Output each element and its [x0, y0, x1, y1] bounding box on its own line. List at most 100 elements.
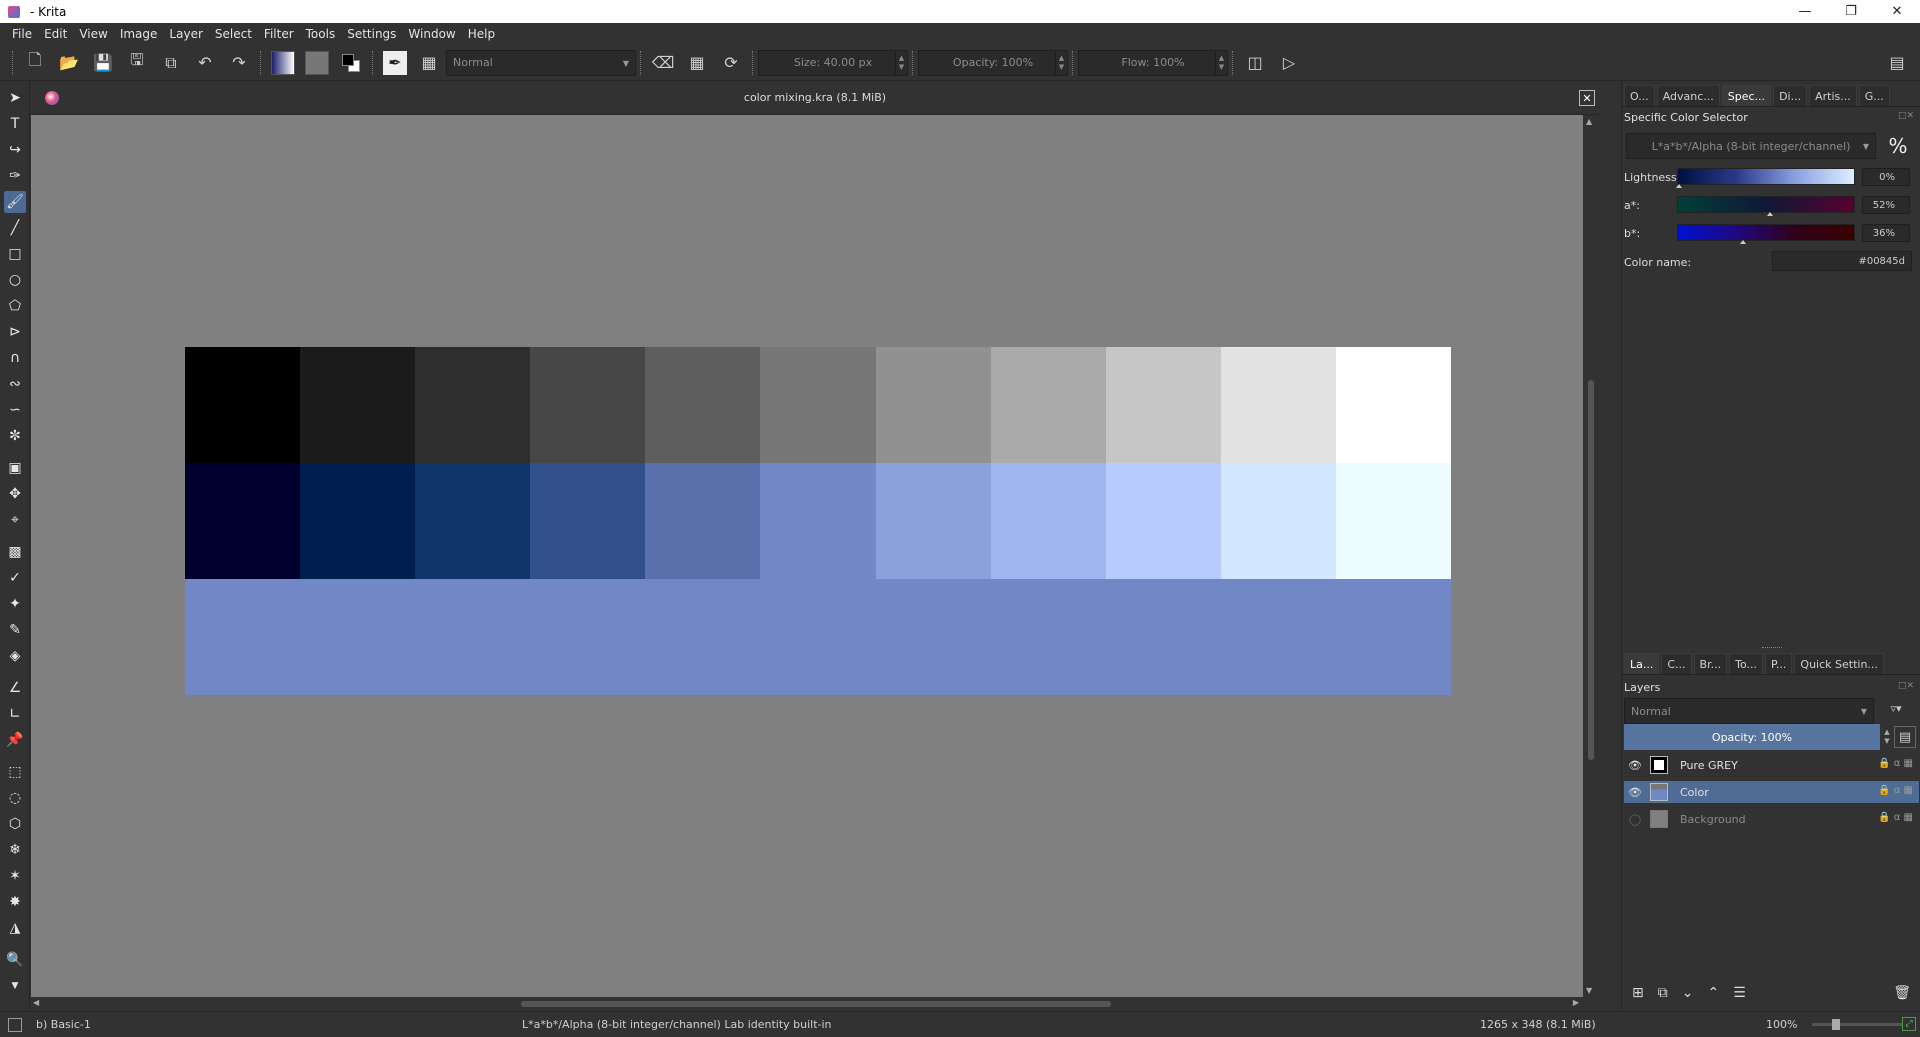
lightness-marker[interactable]	[1676, 184, 1682, 188]
select-shapes-icon[interactable]: ➤	[4, 87, 26, 109]
ellipse-select-icon[interactable]: ◌	[4, 787, 26, 809]
menu-filter[interactable]: Filter	[264, 27, 294, 41]
a-channel-slider[interactable]	[1677, 196, 1855, 213]
b-channel-slider[interactable]	[1677, 224, 1855, 241]
scroll-left-icon[interactable]: ◀	[33, 998, 39, 1007]
gradient-tool-icon[interactable]: ▩	[4, 541, 26, 563]
restore-icon[interactable]: ❐	[1828, 0, 1874, 23]
layer-settings-icon[interactable]: ☰	[1733, 985, 1746, 1001]
zoom-slider[interactable]	[1812, 1023, 1902, 1026]
tab-artistic-selector[interactable]: Artis...	[1809, 85, 1857, 106]
fg-bg-color-icon[interactable]	[338, 50, 364, 76]
menu-settings[interactable]: Settings	[347, 27, 396, 41]
docker-splitter-handle[interactable]	[1762, 647, 1782, 649]
layer-row[interactable]: ◯ Background 🔒 α ▦	[1624, 808, 1919, 830]
opacity-slider[interactable]: Opacity: 100% ▲ ▼	[918, 49, 1068, 76]
gradient-selector-icon[interactable]	[270, 50, 296, 76]
line-tool-icon[interactable]: ╱	[4, 217, 26, 239]
eye-hidden-icon[interactable]: ◯	[1628, 812, 1642, 826]
menu-tools[interactable]: Tools	[306, 27, 336, 41]
smart-patch-icon[interactable]: ✦	[4, 593, 26, 615]
spin-arrows-icon[interactable]: ▲ ▼	[1215, 50, 1227, 75]
tab-brush-presets[interactable]: Br...	[1693, 653, 1728, 674]
spin-arrows-icon[interactable]: ▲ ▼	[895, 50, 907, 75]
menu-view[interactable]: View	[79, 27, 107, 41]
layer-state-icons[interactable]: 🔒 α ▦	[1878, 812, 1913, 823]
bezier-tool-icon[interactable]: ∩	[4, 347, 26, 369]
layer-state-icons[interactable]: 🔒 α ▦	[1878, 758, 1913, 769]
horizontal-scroll-thumb[interactable]	[521, 1001, 1111, 1007]
menu-layer[interactable]: Layer	[169, 27, 202, 41]
save-as-icon[interactable]: 🖫	[124, 50, 150, 76]
similar-select-icon[interactable]: ✸	[4, 891, 26, 913]
dynamic-brush-icon[interactable]: ∽	[4, 399, 26, 421]
mirror-horizontal-icon[interactable]: ◫	[1242, 50, 1268, 76]
tab-gamut[interactable]: G...	[1858, 85, 1890, 106]
polygon-select-icon[interactable]: ⬡	[4, 813, 26, 835]
percent-toggle-button[interactable]: %	[1884, 133, 1912, 159]
ellipse-tool-icon[interactable]: ○	[4, 269, 26, 291]
edit-shapes-icon[interactable]: ↪	[4, 139, 26, 161]
new-document-icon[interactable]: 🗋	[22, 50, 48, 76]
minimize-icon[interactable]: —	[1782, 0, 1828, 23]
color-name-input[interactable]: #00845d	[1772, 251, 1912, 271]
scroll-right-icon[interactable]: ▶	[1573, 998, 1579, 1007]
redo-icon[interactable]: ↷	[226, 50, 252, 76]
menu-file[interactable]: File	[12, 27, 32, 41]
open-folder-icon[interactable]: 📂	[56, 50, 82, 76]
a-channel-marker[interactable]	[1767, 212, 1773, 216]
fill-tool-icon[interactable]: ◈	[4, 645, 26, 667]
rect-select-icon[interactable]: ⬚	[4, 761, 26, 783]
zoom-level[interactable]: 100%	[1766, 1018, 1797, 1031]
add-layer-icon[interactable]: ⊞	[1632, 985, 1644, 1001]
tab-advanced-color[interactable]: Advanc...	[1656, 85, 1720, 106]
bezier-select-icon[interactable]: ◮	[4, 917, 26, 939]
menu-select[interactable]: Select	[215, 27, 252, 41]
tab-layers[interactable]: La...	[1624, 653, 1660, 674]
polyline-tool-icon[interactable]: ⊳	[4, 321, 26, 343]
vertical-scroll-thumb[interactable]	[1588, 380, 1594, 760]
undo-icon[interactable]: ↶	[192, 50, 218, 76]
rectangle-tool-icon[interactable]: □	[4, 243, 26, 265]
layer-row[interactable]: 👁 Pure GREY 🔒 α ▦	[1624, 754, 1919, 776]
freehand-select-icon[interactable]: ❄	[4, 839, 26, 861]
pattern-selector-icon[interactable]	[304, 50, 330, 76]
layer-row-selected[interactable]: 👁 Color 🔒 α ▦	[1624, 781, 1919, 803]
image-canvas[interactable]	[185, 347, 1452, 695]
zoom-slider-handle[interactable]	[1832, 1019, 1840, 1030]
duplicate-layer-icon[interactable]: ⧉	[1658, 985, 1668, 1001]
canvas-only-icon[interactable]: ⤢	[1902, 1017, 1916, 1031]
crop-tool-icon[interactable]: ⌖	[4, 509, 26, 531]
measure-tool-icon[interactable]: ∟	[4, 703, 26, 725]
close-document-icon[interactable]: ✕	[1579, 90, 1595, 106]
text-tool-icon[interactable]: T	[4, 113, 26, 135]
layer-properties-icon[interactable]: ▤	[1894, 726, 1916, 748]
freehand-brush-icon[interactable]: 🖌	[4, 191, 26, 213]
transform-tool-icon[interactable]: ▣	[4, 457, 26, 479]
brush-size-slider[interactable]: Size: 40.00 px ▲ ▼	[758, 49, 908, 76]
docker-float-close-icon[interactable]: □✕	[1898, 681, 1914, 691]
menu-image[interactable]: Image	[120, 27, 158, 41]
layer-opacity-slider[interactable]: Opacity: 100%	[1624, 724, 1880, 750]
tab-quick-settings[interactable]: Quick Settin...	[1794, 653, 1884, 674]
calligraphy-icon[interactable]: ✑	[4, 165, 26, 187]
multibrush-icon[interactable]: ✼	[4, 425, 26, 447]
color-space-combo[interactable]: L*a*b*/Alpha (8-bit integer/channel) ▼	[1626, 133, 1876, 159]
zoom-tool-icon[interactable]: 🔍	[4, 949, 26, 971]
horizontal-scrollbar[interactable]: ◀ ▶	[31, 997, 1599, 1011]
tab-specific-color[interactable]: Spec...	[1721, 85, 1772, 106]
tab-tool-options[interactable]: To...	[1729, 653, 1763, 674]
brush-settings-grid-icon[interactable]: ▦	[416, 50, 442, 76]
save-incremental-icon[interactable]: ⧉	[158, 50, 184, 76]
layer-filter-icon[interactable]: ▿▾	[1878, 698, 1914, 718]
layer-blend-mode-combo[interactable]: Normal ▼	[1624, 698, 1874, 724]
menu-edit[interactable]: Edit	[44, 27, 67, 41]
delete-layer-icon[interactable]: 🗑	[1893, 985, 1911, 1001]
reload-preset-icon[interactable]: ⟳	[718, 50, 744, 76]
vertical-scrollbar[interactable]: ▲ ▼	[1583, 115, 1599, 997]
scroll-up-icon[interactable]: ▲	[1586, 117, 1592, 126]
document-tab[interactable]: color mixing.kra (8.1 MiB) ✕	[31, 81, 1599, 115]
assistant-tool-icon[interactable]: ∠	[4, 677, 26, 699]
b-channel-marker[interactable]	[1740, 240, 1746, 244]
lightness-input[interactable]: 0%	[1862, 168, 1910, 186]
